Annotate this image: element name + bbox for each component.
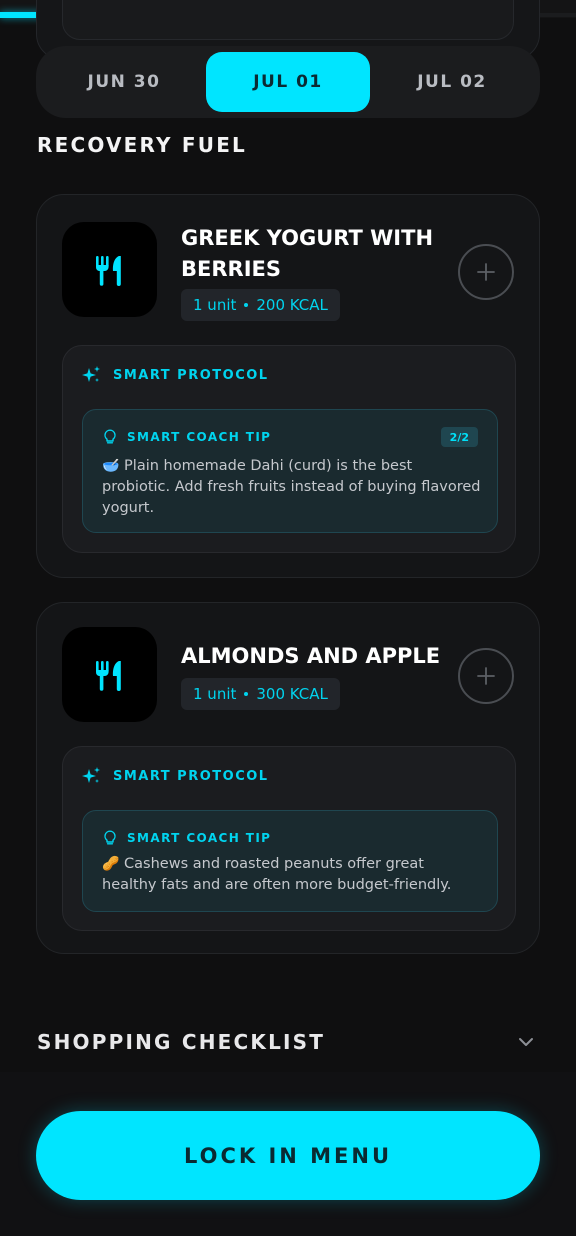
meal-title: ALMONDS AND APPLE <box>181 644 441 668</box>
protocol-header: SMART PROTOCOL <box>81 364 269 386</box>
meal-meta: 1 unit 200 KCAL <box>181 289 340 321</box>
meal-kcal: 200 KCAL <box>256 296 328 314</box>
date-selector: JUN 30 JUL 01 JUL 02 <box>36 46 540 118</box>
meta-separator <box>244 692 249 696</box>
tip-header: SMART COACH TIP <box>103 428 271 446</box>
meal-quantity: 1 unit <box>193 296 237 314</box>
tip-emoji: 🥣 <box>102 458 120 474</box>
tip-emoji: 🥜 <box>102 856 120 872</box>
coach-tip-box: SMART COACH TIP 2/2 🥣 Plain homemade Dah… <box>82 409 498 533</box>
lightbulb-icon <box>104 830 116 845</box>
meta-separator <box>244 303 249 307</box>
meal-quantity: 1 unit <box>193 685 237 703</box>
date-tab-jul-02[interactable]: JUL 02 <box>370 52 534 112</box>
tip-count-badge: 2/2 <box>440 427 478 447</box>
previous-protocol-box <box>62 0 514 40</box>
protocol-header: SMART PROTOCOL <box>81 765 269 787</box>
date-tab-jun-30[interactable]: JUN 30 <box>42 52 206 112</box>
utensils-icon <box>95 660 121 691</box>
meal-card: ALMONDS AND APPLE 1 unit 300 KCAL SMART … <box>36 602 540 954</box>
tip-text: 🥣 Plain homemade Dahi (curd) is the best… <box>102 456 481 519</box>
meal-title: GREEK YOGURT WITH BERRIES <box>181 226 434 281</box>
checklist-label: SHOPPING CHECKLIST <box>37 1030 326 1054</box>
tip-body: Cashews and roasted peanuts offer great … <box>102 856 452 893</box>
chevron-down-icon <box>519 1038 533 1046</box>
protocol-label: SMART PROTOCOL <box>113 367 269 383</box>
sparkles-icon <box>82 366 100 382</box>
lightbulb-icon <box>104 429 116 444</box>
section-title: RECOVERY FUEL <box>37 133 248 157</box>
meal-icon <box>62 222 157 317</box>
smart-protocol-box: SMART PROTOCOL SMART COACH TIP 🥜 Cashews… <box>62 746 516 931</box>
tip-label: SMART COACH TIP <box>127 831 272 845</box>
add-meal-button[interactable] <box>458 244 514 300</box>
smart-protocol-box: SMART PROTOCOL SMART COACH TIP 2/2 🥣 Pla… <box>62 345 516 553</box>
protocol-label: SMART PROTOCOL <box>113 768 269 784</box>
tip-header: SMART COACH TIP <box>103 829 271 847</box>
coach-tip-box: SMART COACH TIP 🥜 Cashews and roasted pe… <box>82 810 498 912</box>
meal-icon <box>62 627 157 722</box>
date-tab-jul-01[interactable]: JUL 01 <box>206 52 370 112</box>
meal-card: GREEK YOGURT WITH BERRIES 1 unit 200 KCA… <box>36 194 540 578</box>
tip-body: Plain homemade Dahi (curd) is the best p… <box>102 458 481 516</box>
tip-label: SMART COACH TIP <box>127 430 272 444</box>
shopping-checklist-toggle[interactable]: SHOPPING CHECKLIST <box>37 1022 540 1062</box>
lock-in-menu-button[interactable]: LOCK IN MENU <box>36 1111 540 1200</box>
utensils-icon <box>95 255 121 286</box>
plus-icon <box>477 263 495 281</box>
add-meal-button[interactable] <box>458 648 514 704</box>
plus-icon <box>477 667 495 685</box>
meal-meta: 1 unit 300 KCAL <box>181 678 340 710</box>
tip-text: 🥜 Cashews and roasted peanuts offer grea… <box>102 854 481 896</box>
sparkles-icon <box>82 767 100 783</box>
meal-kcal: 300 KCAL <box>256 685 328 703</box>
